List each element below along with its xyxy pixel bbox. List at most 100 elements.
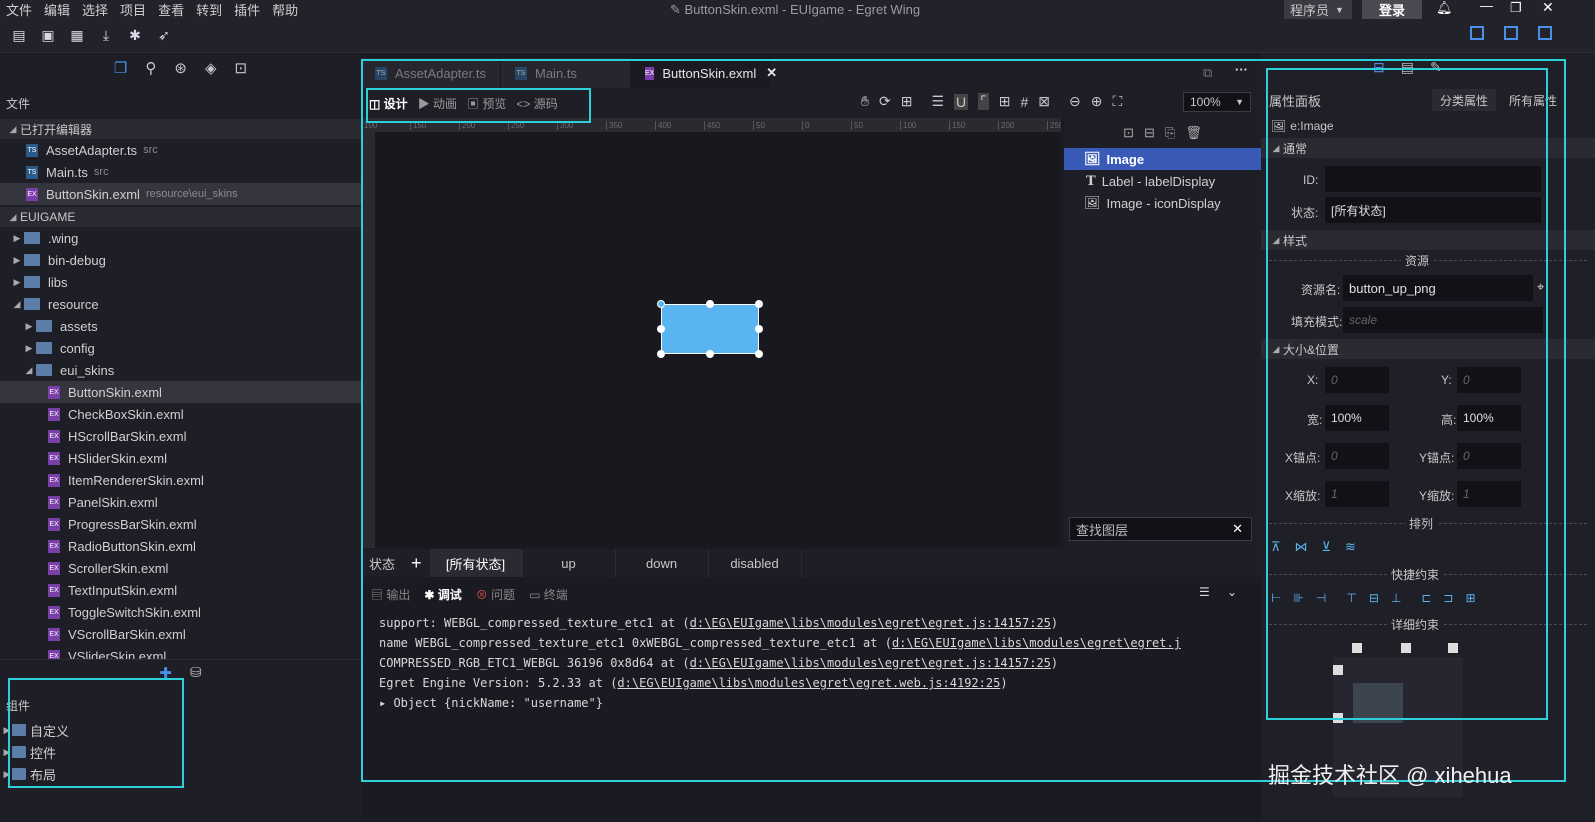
- tree-item[interactable]: EX ToggleSwitchSkin.exml: [0, 601, 361, 623]
- collapse-icon[interactable]: ⌄: [1227, 585, 1237, 599]
- image-icon[interactable]: ⊠: [1038, 93, 1050, 110]
- align-top-icon[interactable]: ⊼: [1271, 539, 1281, 555]
- scale-x-input[interactable]: 1: [1325, 481, 1389, 507]
- console-source-link[interactable]: d:\EG\EUIgame\libs\modules\egret\egret.w…: [617, 676, 1000, 690]
- minimize-icon[interactable]: —: [1480, 0, 1493, 13]
- x-input[interactable]: 0: [1325, 367, 1389, 393]
- constraint-checkbox[interactable]: [1352, 643, 1362, 653]
- state-tab-up[interactable]: up: [523, 549, 616, 577]
- resize-handle[interactable]: [657, 325, 665, 333]
- zoom-in-icon[interactable]: ⊕: [1091, 93, 1103, 110]
- resize-handle[interactable]: [755, 350, 763, 358]
- console-source-link[interactable]: d:\EG\EUIgame\libs\modules\egret\egret.j…: [690, 616, 1051, 630]
- tree-item[interactable]: ▶ libs: [0, 271, 361, 293]
- layer-item[interactable]: T Label - labelDisplay: [1064, 170, 1261, 192]
- layers-icon[interactable]: ☰: [931, 93, 944, 110]
- grid-icon[interactable]: ⊞: [999, 93, 1011, 110]
- resize-handle[interactable]: [657, 350, 665, 358]
- project-header[interactable]: ◢ EUIGAME: [0, 207, 361, 227]
- scale-y-input[interactable]: 1: [1457, 481, 1521, 507]
- tab-debug[interactable]: ✱ 调试: [424, 586, 461, 603]
- tree-item[interactable]: ▶ bin-debug: [0, 249, 361, 271]
- menu-file[interactable]: 文件: [0, 0, 38, 19]
- magnet-icon[interactable]: U: [954, 93, 969, 110]
- layer-item[interactable]: 🖼︎ Image - iconDisplay: [1064, 192, 1261, 214]
- restore-icon[interactable]: ❐: [1510, 0, 1522, 16]
- puzzle-icon[interactable]: ✚: [159, 664, 172, 682]
- align-bottom-icon[interactable]: ⊻: [1322, 539, 1332, 555]
- tab-asset-adapter[interactable]: TS AssetAdapter.ts: [361, 58, 501, 88]
- open-editor-item[interactable]: TS Main.ts src: [0, 161, 361, 183]
- files-icon[interactable]: ❐: [114, 59, 127, 77]
- tree-item[interactable]: EX PanelSkin.exml: [0, 491, 361, 513]
- section-style[interactable]: ◢ 样式: [1261, 230, 1595, 250]
- screenshot-icon[interactable]: ⊞: [901, 93, 913, 110]
- trash-icon[interactable]: 🗑︎: [1185, 125, 1202, 141]
- id-input[interactable]: [1325, 166, 1541, 192]
- menu-edit[interactable]: 编辑: [38, 0, 76, 19]
- anchor-x-input[interactable]: 0: [1325, 443, 1389, 469]
- component-group[interactable]: ▶ 自定义: [0, 719, 361, 741]
- tree-item[interactable]: EX ProgressBarSkin.exml: [0, 513, 361, 535]
- layout-right-icon[interactable]: [1538, 26, 1552, 40]
- section-common[interactable]: ◢ 通常: [1261, 138, 1595, 158]
- tab-button-skin[interactable]: EX ButtonSkin.exml ✕: [631, 58, 777, 88]
- search-icon[interactable]: ⚲: [145, 59, 156, 77]
- close-tab-icon[interactable]: ✕: [766, 65, 777, 81]
- fill-both-icon[interactable]: ⊞: [1465, 591, 1475, 605]
- constraint-checkbox[interactable]: [1333, 713, 1343, 723]
- clear-console-icon[interactable]: ☰: [1199, 585, 1210, 599]
- constrain-top-icon[interactable]: ⊤: [1346, 591, 1356, 605]
- tab-problems[interactable]: ⊗ 问题: [476, 586, 515, 603]
- open-editor-item[interactable]: TS AssetAdapter.ts src: [0, 139, 361, 161]
- constrain-vcenter-icon[interactable]: ⊟: [1369, 591, 1379, 605]
- split-icon[interactable]: ⧉: [1203, 65, 1212, 81]
- fill-width-icon[interactable]: ⊏: [1421, 591, 1431, 605]
- properties-icon[interactable]: ⊟: [1373, 59, 1385, 76]
- tree-item[interactable]: EX ScrollerSkin.exml: [0, 557, 361, 579]
- state-tab-down[interactable]: down: [616, 549, 709, 577]
- inspect-icon[interactable]: ⊡: [235, 59, 248, 77]
- fit-icon[interactable]: ⛶: [1112, 93, 1122, 110]
- resize-handle[interactable]: [755, 300, 763, 308]
- tree-item[interactable]: EX TextInputSkin.exml: [0, 579, 361, 601]
- constrain-left-icon[interactable]: ⊢: [1271, 591, 1281, 605]
- state-tab-all[interactable]: [所有状态]: [429, 549, 523, 577]
- component-group[interactable]: ▶ 布局: [0, 763, 361, 785]
- fill-mode-input[interactable]: scale: [1343, 307, 1543, 333]
- crosshair-icon[interactable]: ⌖: [1537, 279, 1544, 295]
- menu-view[interactable]: 查看: [152, 0, 190, 19]
- tree-item[interactable]: EX VScrollBarSkin.exml: [0, 623, 361, 645]
- tree-item[interactable]: EX ItemRendererSkin.exml: [0, 469, 361, 491]
- layer-search-input[interactable]: 查找图层 ✕: [1069, 517, 1252, 541]
- constraint-checkbox[interactable]: [1401, 643, 1411, 653]
- resize-handle[interactable]: [755, 325, 763, 333]
- role-select[interactable]: 程序员 ▼: [1284, 0, 1352, 19]
- tree-item[interactable]: ▶ config: [0, 337, 361, 359]
- constrain-right-icon[interactable]: ⊣: [1316, 591, 1326, 605]
- distribute-icon[interactable]: ≋: [1345, 539, 1356, 555]
- component-group[interactable]: ▶ 控件: [0, 741, 361, 763]
- login-button[interactable]: 登录: [1362, 0, 1422, 19]
- tree-item[interactable]: EX HScrollBarSkin.exml: [0, 425, 361, 447]
- tree-item[interactable]: ◢ resource: [0, 293, 361, 315]
- tab-output[interactable]: ▤ 输出: [371, 586, 410, 603]
- y-input[interactable]: 0: [1457, 367, 1521, 393]
- menu-project[interactable]: 项目: [114, 0, 152, 19]
- menu-select[interactable]: 选择: [76, 0, 114, 19]
- close-icon[interactable]: ✕: [1542, 0, 1554, 16]
- align-middle-icon[interactable]: ⋈: [1295, 539, 1308, 555]
- constrain-hcenter-icon[interactable]: ⊪: [1293, 591, 1303, 605]
- save-icon[interactable]: ▣: [38, 26, 58, 46]
- more-icon[interactable]: ···: [1235, 62, 1248, 77]
- tab-category-props[interactable]: 分类属性: [1432, 89, 1497, 111]
- copy-icon[interactable]: ⎘: [1165, 125, 1175, 141]
- pen-icon[interactable]: ✎: [1430, 59, 1442, 76]
- menu-help[interactable]: 帮助: [266, 0, 304, 19]
- state-tab-disabled[interactable]: disabled: [709, 549, 802, 577]
- width-input[interactable]: 100%: [1325, 405, 1389, 431]
- group-icon[interactable]: ⊡: [1123, 125, 1134, 141]
- layer-item[interactable]: 🖼︎ Image: [1064, 148, 1261, 170]
- tree-item[interactable]: EX VSliderSkin.exml: [0, 645, 361, 659]
- mode-animation[interactable]: ▶ 动画: [418, 95, 457, 112]
